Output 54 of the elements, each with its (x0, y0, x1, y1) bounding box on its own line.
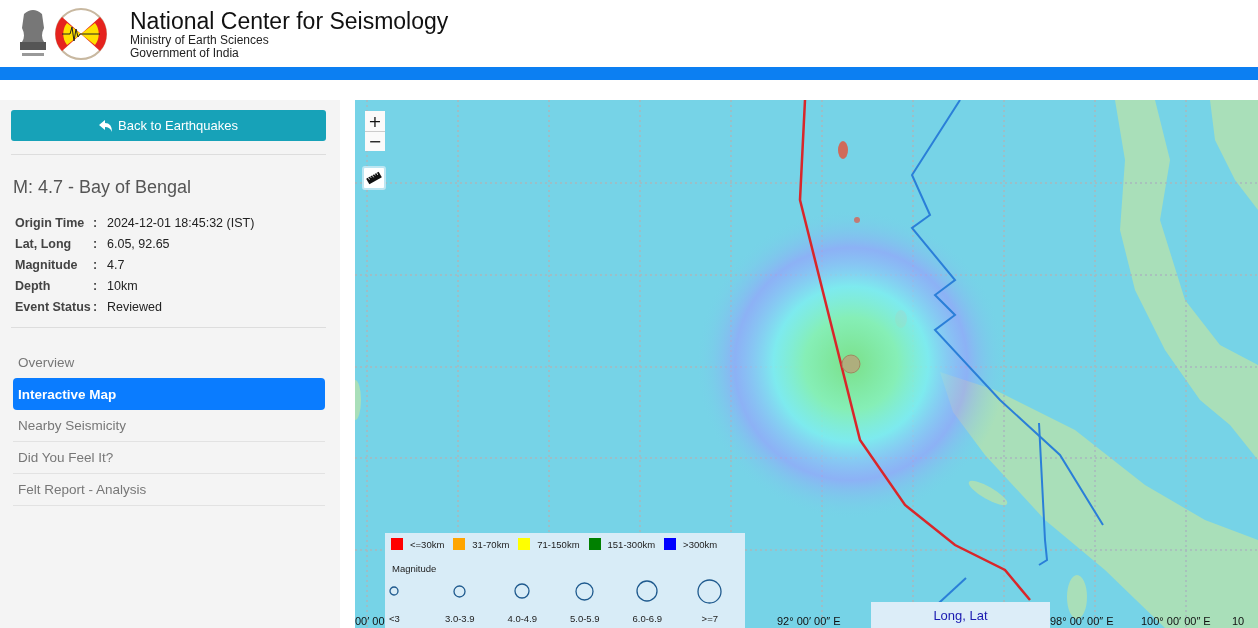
site-subtitle: Government of India (130, 46, 240, 60)
depth-label: 71-150km (537, 538, 580, 550)
magnitude-circle-icon (575, 581, 595, 601)
nav-item[interactable]: Overview (13, 346, 325, 378)
detail-value: Reviewed (107, 300, 163, 314)
site-subtitle: Ministry of Earth Sciences (130, 33, 270, 47)
detail-label: Lat, Long (15, 237, 73, 251)
event-title: M: 4.7 - Bay of Bengal (13, 177, 193, 198)
magnitude-circle-icon (453, 584, 467, 598)
magnitude-label: 6.0-6.9 (632, 613, 663, 624)
detail-colon: : (93, 279, 99, 293)
magnitude-label: 4.0-4.9 (507, 613, 538, 624)
detail-colon: : (93, 258, 99, 272)
longitude-label: 00′ 00 (355, 615, 385, 627)
longitude-label: 10 (1232, 615, 1245, 627)
detail-colon: : (93, 237, 99, 251)
detail-value: 4.7 (107, 258, 126, 272)
detail-label: Event Status (15, 300, 92, 314)
magnitude-circle-icon (514, 583, 531, 599)
ruler-icon[interactable] (362, 166, 386, 190)
site-title: National Center for Seismology (130, 7, 449, 34)
magnitude-label: <3 (389, 613, 400, 624)
longitude-label: 100° 00′ 00″ E (1141, 615, 1211, 627)
detail-colon: : (93, 216, 99, 230)
detail-colon: : (93, 300, 99, 314)
depth-label: 31-70km (472, 538, 510, 550)
longitude-label: 92° 00′ 00″ E (777, 615, 841, 627)
depth-label: <=30km (410, 538, 445, 550)
magnitude-circle-icon (636, 580, 659, 602)
detail-label: Depth (15, 279, 52, 293)
detail-value: 6.05, 92.65 (107, 237, 171, 251)
detail-label: Magnitude (15, 258, 79, 272)
magnitude-label: 5.0-5.9 (570, 613, 600, 624)
detail-value: 10km (107, 279, 139, 293)
detail-label: Origin Time (15, 216, 86, 230)
zoom-out-button[interactable]: − (365, 131, 385, 151)
nav-item[interactable]: Nearby Seismicity (13, 410, 325, 442)
zoom-in-button[interactable]: + (365, 111, 385, 131)
magnitude-title: Magnitude (392, 563, 438, 574)
magnitude-circle-icon (389, 586, 399, 596)
magnitude-circle-icon (697, 578, 723, 604)
seismology-logo-icon (54, 6, 108, 61)
nav-item[interactable]: Felt Report - Analysis (13, 474, 325, 506)
reply-arrow-icon (99, 119, 113, 132)
magnitude-label: >=7 (701, 613, 718, 624)
detail-value: 2024-12-01 18:45:32 (IST) (107, 216, 256, 230)
nav-item[interactable]: Interactive Map (13, 378, 325, 410)
coordinate-display: Long, Lat (871, 602, 1050, 628)
nav-item[interactable]: Did You Feel It? (13, 442, 325, 474)
depth-label: 151-300km (607, 538, 656, 550)
back-button[interactable]: Back to Earthquakes (11, 110, 326, 141)
depth-label: >300km (683, 538, 718, 550)
magnitude-label: 3.0-3.9 (445, 613, 475, 624)
longitude-label: 98° 00′ 00″ E (1050, 615, 1114, 627)
